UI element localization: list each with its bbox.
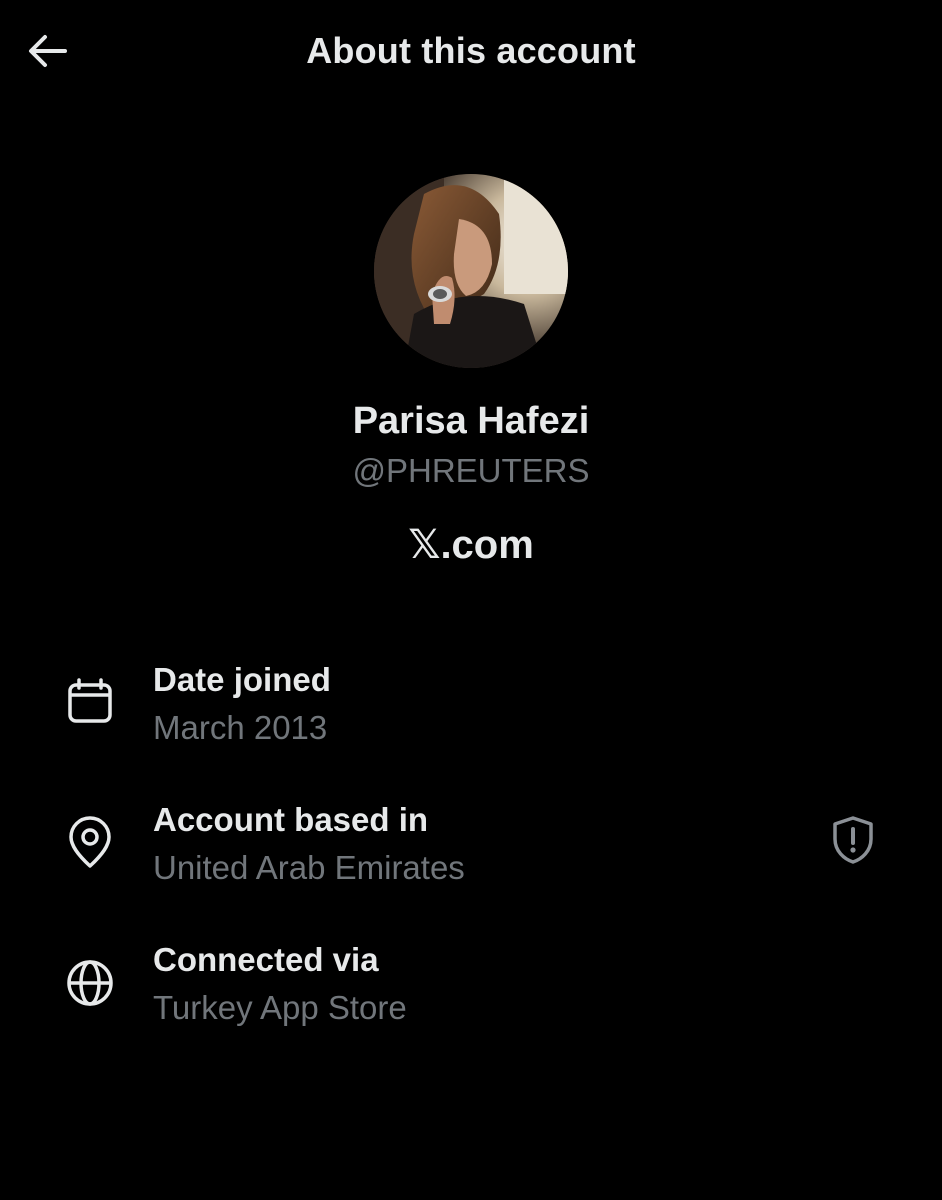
account-based-in-value: United Arab Emirates <box>153 849 465 886</box>
account-based-in-row: Account based in United Arab Emirates <box>0 795 942 905</box>
globe-icon <box>62 955 118 1011</box>
connected-via-label: Connected via <box>153 941 379 978</box>
platform-label: 𝕏.com <box>0 522 942 568</box>
date-joined-label: Date joined <box>153 661 331 698</box>
calendar-icon <box>62 673 118 729</box>
platform-suffix: .com <box>440 523 534 567</box>
display-name: Parisa Hafezi <box>352 400 590 442</box>
date-joined-value: March 2013 <box>153 709 328 746</box>
date-joined-row: Date joined March 2013 <box>0 655 942 765</box>
avatar[interactable] <box>374 174 568 368</box>
page-title: About this account <box>306 30 636 71</box>
top-bar: About this account <box>0 0 942 110</box>
connected-via-value: Turkey App Store <box>153 989 407 1026</box>
connected-via-row: Connected via Turkey App Store <box>0 935 942 1045</box>
shield-alert-button[interactable] <box>826 815 880 869</box>
shield-alert-icon <box>830 815 876 870</box>
x-logo: 𝕏 <box>408 522 441 568</box>
user-handle: @PHREUTERS <box>352 452 590 489</box>
location-pin-icon <box>62 815 118 871</box>
account-based-in-label: Account based in <box>153 801 429 838</box>
